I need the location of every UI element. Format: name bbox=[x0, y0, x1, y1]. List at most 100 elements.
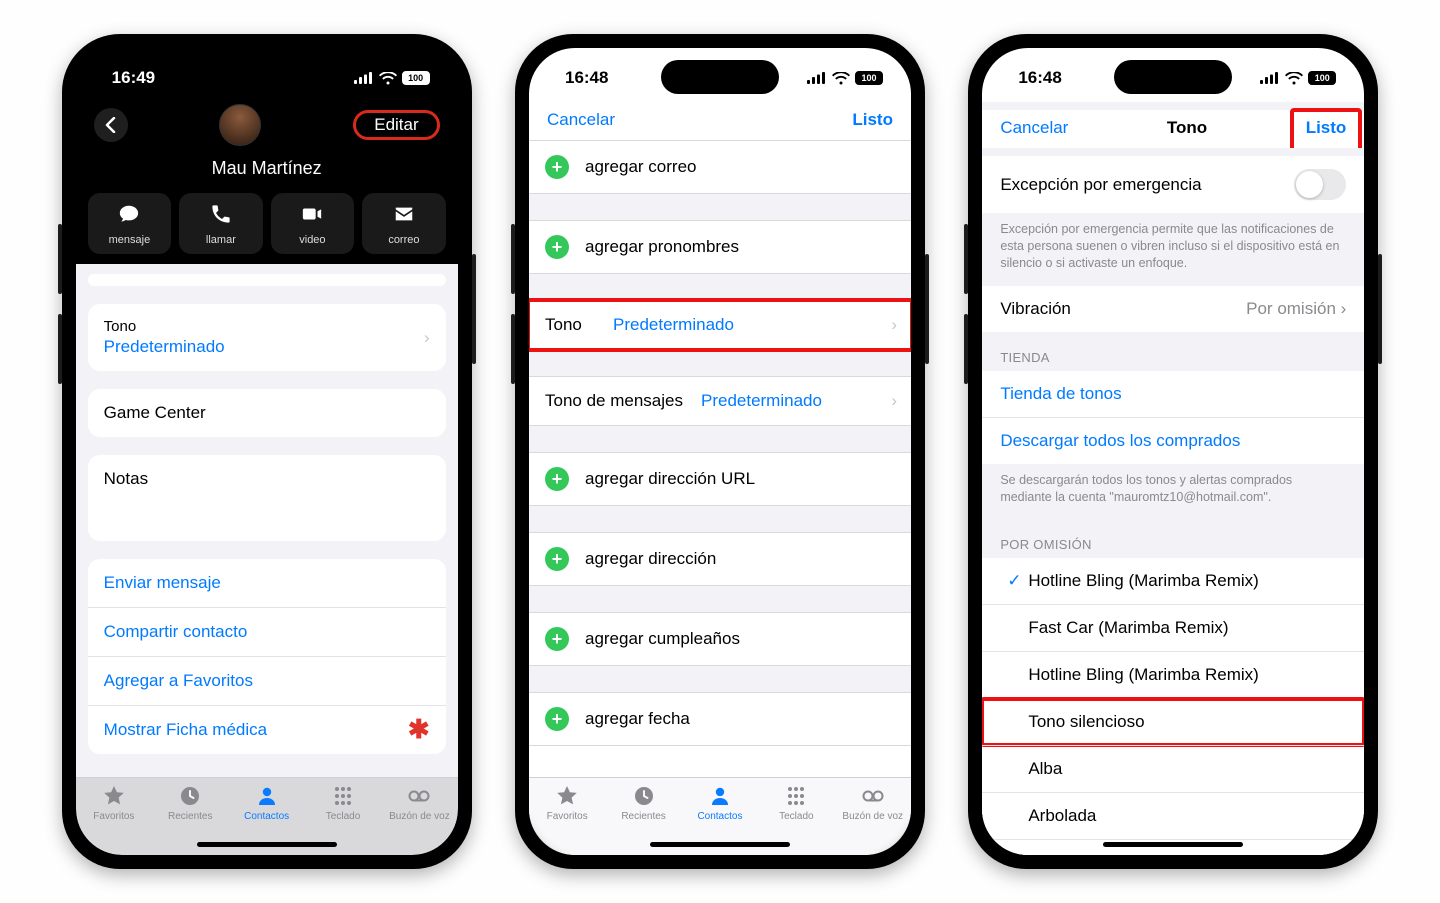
cancel-button[interactable]: Cancelar bbox=[547, 110, 615, 130]
tone-store-label: Tienda de tonos bbox=[1000, 384, 1121, 404]
plus-icon: + bbox=[545, 707, 569, 731]
tone-label: Tono silencioso bbox=[1028, 712, 1346, 732]
add-url-label: agregar dirección URL bbox=[585, 469, 755, 489]
row-add-birthday[interactable]: + agregar cumpleaños bbox=[529, 613, 911, 665]
dynamic-island bbox=[208, 60, 326, 94]
tab-contacts-label: Contactos bbox=[236, 811, 298, 822]
tone-option-0[interactable]: ✓ Hotline Bling (Marimba Remix) bbox=[982, 558, 1364, 604]
contact-avatar[interactable] bbox=[219, 104, 261, 146]
row-add-date[interactable]: + agregar fecha bbox=[529, 693, 911, 745]
share-contact-label: Compartir contacto bbox=[104, 622, 248, 642]
row-text-tone[interactable]: Tono de mensajes Predeterminado › bbox=[529, 377, 911, 425]
tone-label: Arpegio bbox=[1028, 853, 1346, 855]
text-tone-label: Tono de mensajes bbox=[545, 391, 685, 411]
cellular-icon bbox=[807, 72, 827, 84]
add-birthday-label: agregar cumpleaños bbox=[585, 629, 740, 649]
row-tone-store[interactable]: Tienda de tonos bbox=[982, 371, 1364, 417]
row-add-email[interactable]: + agregar correo bbox=[529, 141, 911, 193]
default-header: POR OMISIÓN bbox=[982, 519, 1364, 558]
row-add-favorite[interactable]: Agregar a Favoritos bbox=[88, 656, 446, 705]
add-email-label: agregar correo bbox=[585, 157, 697, 177]
action-mail[interactable]: correo bbox=[362, 193, 446, 254]
row-vibration[interactable]: Vibración Por omisión › bbox=[982, 286, 1364, 332]
row-emergency-bypass[interactable]: Excepción por emergencia bbox=[982, 156, 1364, 213]
dynamic-island bbox=[1114, 60, 1232, 94]
row-gamecenter[interactable]: Game Center bbox=[88, 389, 446, 437]
tab-voicemail[interactable]: Buzón de voz bbox=[388, 784, 450, 822]
tab-voicemail-label: Buzón de voz bbox=[388, 811, 450, 822]
tab-recents-label: Recientes bbox=[159, 811, 221, 822]
row-ringtone[interactable]: Tono Predeterminado › bbox=[529, 301, 911, 349]
ringtone-value: Predeterminado bbox=[613, 315, 734, 335]
cellular-icon bbox=[354, 72, 374, 84]
phone-frame-2: 16:48 100 Cancelar Listo + agregar corre… bbox=[515, 34, 925, 869]
plus-icon: + bbox=[545, 547, 569, 571]
tab-keypad[interactable]: Teclado bbox=[312, 784, 374, 822]
edit-button[interactable]: Editar bbox=[364, 111, 428, 138]
chevron-right-icon: › bbox=[1341, 299, 1347, 318]
phone-frame-1: 16:49 100 Editar Mau Martínez bbox=[62, 34, 472, 869]
home-indicator[interactable] bbox=[197, 842, 337, 847]
cancel-button[interactable]: Cancelar bbox=[1000, 118, 1068, 138]
gamecenter-label: Game Center bbox=[104, 403, 206, 423]
row-download-purchased[interactable]: Descargar todos los comprados bbox=[982, 417, 1364, 464]
tone-option-4[interactable]: Alba bbox=[982, 745, 1364, 792]
tone-label: Fast Car (Marimba Remix) bbox=[1028, 618, 1346, 638]
add-pronouns-label: agregar pronombres bbox=[585, 237, 739, 257]
tab-contacts[interactable]: Contactos bbox=[236, 784, 298, 822]
tone-label: Alba bbox=[1028, 759, 1346, 779]
tone-option-1[interactable]: Fast Car (Marimba Remix) bbox=[982, 604, 1364, 651]
tab-favorites[interactable]: Favoritos bbox=[83, 784, 145, 822]
home-indicator[interactable] bbox=[1103, 842, 1243, 847]
tab-voicemail[interactable]: Buzón de voz bbox=[842, 784, 904, 822]
tone-option-silent[interactable]: Tono silencioso bbox=[982, 698, 1364, 745]
wifi-icon bbox=[832, 72, 850, 85]
store-header: TIENDA bbox=[982, 332, 1364, 371]
action-mail-label: correo bbox=[362, 234, 446, 246]
action-call[interactable]: llamar bbox=[179, 193, 263, 254]
action-video-label: video bbox=[271, 234, 355, 246]
action-message[interactable]: mensaje bbox=[88, 193, 172, 254]
done-button[interactable]: Listo bbox=[1306, 118, 1347, 138]
notes-label: Notas bbox=[104, 469, 148, 489]
add-date-label: agregar fecha bbox=[585, 709, 690, 729]
tone-option-2[interactable]: Hotline Bling (Marimba Remix) bbox=[982, 651, 1364, 698]
emergency-toggle[interactable] bbox=[1294, 169, 1346, 200]
plus-icon: + bbox=[545, 627, 569, 651]
tab-contacts[interactable]: Contactos bbox=[689, 784, 751, 822]
screen-2: 16:48 100 Cancelar Listo + agregar corre… bbox=[529, 48, 911, 855]
ringtone-value: Predeterminado bbox=[104, 337, 225, 357]
tone-label: Hotline Bling (Marimba Remix) bbox=[1028, 665, 1346, 685]
action-video[interactable]: video bbox=[271, 193, 355, 254]
row-add-address[interactable]: + agregar dirección bbox=[529, 533, 911, 585]
phone-frame-3: 16:48 100 Cancelar Tono Listo Excepción … bbox=[968, 34, 1378, 869]
tab-favorites-label: Favoritos bbox=[83, 811, 145, 822]
wifi-icon bbox=[379, 72, 397, 85]
tab-recents[interactable]: Recientes bbox=[159, 784, 221, 822]
row-ringtone[interactable]: Tono Predeterminado › bbox=[88, 304, 446, 371]
home-indicator[interactable] bbox=[650, 842, 790, 847]
row-send-message[interactable]: Enviar mensaje bbox=[88, 559, 446, 607]
row-medical-id[interactable]: Mostrar Ficha médica ✱ bbox=[88, 705, 446, 754]
row-add-pronouns[interactable]: + agregar pronombres bbox=[529, 221, 911, 273]
tone-option-5[interactable]: Arbolada bbox=[982, 792, 1364, 839]
battery-icon: 100 bbox=[1308, 71, 1336, 85]
send-message-label: Enviar mensaje bbox=[104, 573, 221, 593]
tab-favorites[interactable]: Favoritos bbox=[536, 784, 598, 822]
row-add-url[interactable]: + agregar dirección URL bbox=[529, 453, 911, 505]
done-button[interactable]: Listo bbox=[852, 110, 893, 130]
tab-keypad[interactable]: Teclado bbox=[765, 784, 827, 822]
tone-label: Arbolada bbox=[1028, 806, 1346, 826]
tab-recents[interactable]: Recientes bbox=[613, 784, 675, 822]
row-notes[interactable]: Notas bbox=[88, 455, 446, 503]
battery-icon: 100 bbox=[402, 71, 430, 85]
dynamic-island bbox=[661, 60, 779, 94]
emergency-footer: Excepción por emergencia permite que las… bbox=[982, 213, 1364, 286]
back-button[interactable] bbox=[94, 108, 128, 142]
ringtone-label: Tono bbox=[104, 318, 225, 335]
chevron-right-icon: › bbox=[891, 315, 897, 335]
tab-keypad-label: Teclado bbox=[312, 811, 374, 822]
add-address-label: agregar dirección bbox=[585, 549, 716, 569]
row-share-contact[interactable]: Compartir contacto bbox=[88, 607, 446, 656]
wifi-icon bbox=[1285, 72, 1303, 85]
